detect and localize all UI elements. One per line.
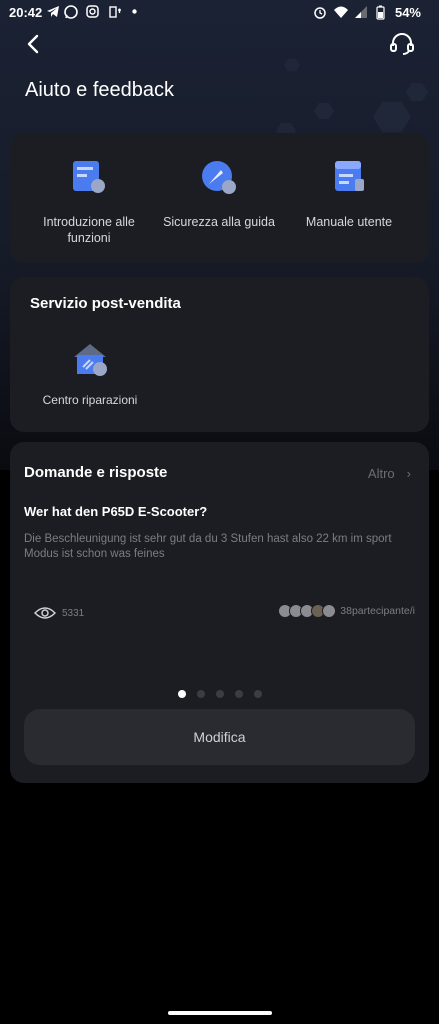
usb-icon xyxy=(109,6,121,18)
question-body: Die Beschleunigung ist sehr gut da du 3 … xyxy=(24,533,392,560)
telegram-icon xyxy=(47,6,59,17)
avatar xyxy=(322,604,337,618)
participants: 38partecipante/i xyxy=(278,604,415,618)
home-indicator[interactable] xyxy=(168,1011,272,1015)
section-title: Servizio post-vendita xyxy=(30,295,181,312)
dot-icon xyxy=(132,9,137,14)
page-dot[interactable] xyxy=(215,690,224,698)
headset-icon[interactable] xyxy=(389,32,415,56)
signal-icon xyxy=(355,6,367,18)
feature-safety[interactable]: Sicurezza alla guida xyxy=(154,157,284,230)
whatsapp-icon xyxy=(64,5,78,19)
more-link[interactable]: Altro › xyxy=(368,466,411,481)
qa-title: Domande e risposte xyxy=(24,464,168,481)
alarm-icon xyxy=(314,7,326,19)
feature-label: Sicurezza alla guida xyxy=(163,215,275,229)
more-label: Altro xyxy=(367,466,395,481)
repair-house-icon xyxy=(74,344,107,376)
battery-percent: 54% xyxy=(394,5,421,20)
chevron-right-icon: › xyxy=(406,466,411,481)
after-sales-card: Servizio post-vendita Centro riparazioni xyxy=(10,277,429,432)
page-dot[interactable] xyxy=(177,690,186,698)
intro-functions-icon xyxy=(73,161,105,193)
back-arrow-icon[interactable] xyxy=(22,32,46,56)
features-card: Introduzione alle funzioni Sicurezza all… xyxy=(10,133,429,263)
repair-label: Centro riparazioni xyxy=(42,393,138,407)
participants-count: 38partecipante/i xyxy=(340,605,415,617)
feature-intro-functions[interactable]: Introduzione alle funzioni xyxy=(24,157,154,246)
status-bar: 20:42 54% xyxy=(0,0,439,24)
views-count: 5331 xyxy=(62,607,85,619)
wifi-icon xyxy=(334,6,348,18)
pagination-dots xyxy=(10,690,429,698)
battery-icon xyxy=(376,5,385,20)
feature-manual[interactable]: Manuale utente xyxy=(284,157,414,230)
manual-icon xyxy=(335,161,364,191)
page-title: Aiuto e feedback xyxy=(25,79,174,101)
feature-label: Manuale utente xyxy=(305,215,393,229)
eye-icon xyxy=(34,607,56,619)
safety-compass-icon xyxy=(202,161,236,194)
question-title[interactable]: Wer hat den P65D E-Scooter? xyxy=(24,504,207,519)
page-dot[interactable] xyxy=(196,690,205,698)
feature-label: Introduzione alle funzioni xyxy=(43,215,135,245)
instagram-icon xyxy=(86,5,99,18)
page-dot[interactable] xyxy=(253,690,262,698)
edit-button[interactable]: Modifica xyxy=(24,709,415,765)
page-dot[interactable] xyxy=(234,690,243,698)
status-time: 20:42 xyxy=(9,5,43,20)
qa-card: Domande e risposte Altro › Wer hat den P6… xyxy=(10,442,429,783)
repair-center-item[interactable]: Centro riparazioni xyxy=(30,339,150,407)
views-counter: 5331 xyxy=(34,606,84,620)
